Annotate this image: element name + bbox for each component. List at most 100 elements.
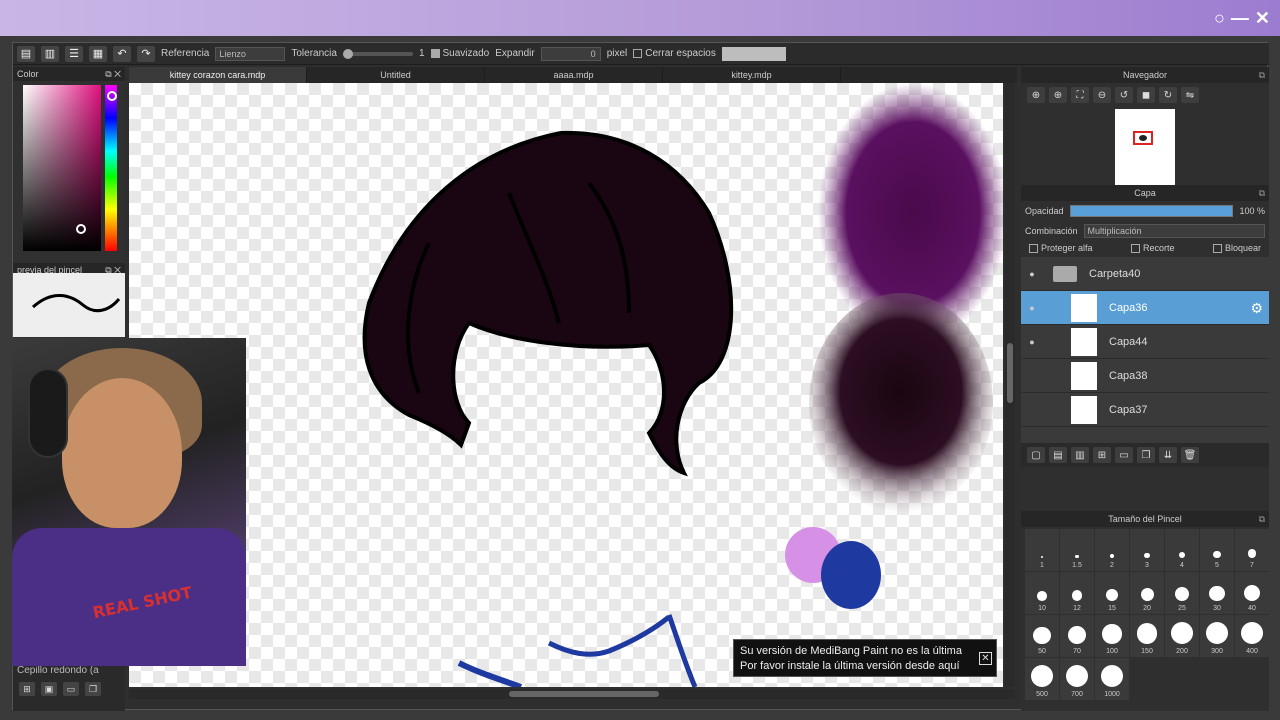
reference-select[interactable]: Lienzo <box>215 46 286 61</box>
brush-size-option[interactable]: 12 <box>1060 572 1094 614</box>
rotate-left-icon[interactable]: ↺ <box>1115 87 1133 103</box>
rotate-right-icon[interactable]: ↻ <box>1159 87 1177 103</box>
horizontal-scroll-thumb[interactable] <box>509 691 659 697</box>
brush-size-option[interactable]: 400 <box>1235 615 1269 657</box>
color-picker[interactable] <box>23 85 119 253</box>
lock-option[interactable]: Bloquear <box>1212 243 1261 254</box>
brush-size-option[interactable]: 1.5 <box>1060 529 1094 571</box>
add-brush-icon[interactable]: ⊞ <box>19 682 35 696</box>
layer-item-capa36[interactable]: ● Capa36 ⚙ <box>1021 291 1269 326</box>
duplicate-layer-icon[interactable]: ❐ <box>1137 447 1155 464</box>
close-icon[interactable]: ✕ <box>1255 8 1270 29</box>
expand-input[interactable]: 0 <box>540 46 601 61</box>
layer-item-capa38[interactable]: Capa38 <box>1021 359 1269 394</box>
brush-size-option[interactable]: 70 <box>1060 615 1094 657</box>
brush-size-option[interactable]: 200 <box>1165 615 1199 657</box>
panel-pin-icon[interactable]: ⧉ <box>1259 511 1265 527</box>
new-8bit-layer-icon[interactable]: ▥ <box>1071 447 1089 464</box>
zoom-out-icon[interactable]: ⊖ <box>1093 87 1111 103</box>
brush-size-option[interactable]: 1000 <box>1095 658 1129 700</box>
brush-size-option[interactable]: 3 <box>1130 529 1164 571</box>
panel-pin-icon[interactable]: ⧉ <box>1259 67 1265 83</box>
clipping-option[interactable]: Recorte <box>1130 243 1175 254</box>
close-gaps-option[interactable]: Cerrar espacios <box>633 48 716 59</box>
layer-item-carpeta40[interactable]: ● Carpeta40 <box>1021 257 1269 292</box>
brush-size-option[interactable]: 50 <box>1025 615 1059 657</box>
brush-size-option[interactable]: 25 <box>1165 572 1199 614</box>
brush-size-option[interactable]: 15 <box>1095 572 1129 614</box>
clipping-checkbox[interactable] <box>1130 244 1140 254</box>
brush-size-option[interactable]: 4 <box>1165 529 1199 571</box>
visibility-icon[interactable]: ● <box>1021 269 1043 279</box>
chat-icon[interactable]: ▤ <box>17 45 35 62</box>
brush-size-option[interactable]: 40 <box>1235 572 1269 614</box>
panel-pin-icon[interactable]: ⧉ <box>1259 185 1265 201</box>
document-icon[interactable]: ▥ <box>41 45 59 62</box>
protect-alpha-option[interactable]: Proteger alfa <box>1029 243 1093 254</box>
brush-size-option[interactable]: 500 <box>1025 658 1059 700</box>
redo-icon[interactable]: ↷ <box>137 45 155 62</box>
gear-icon[interactable]: ⚙ <box>1250 300 1263 317</box>
update-notification[interactable]: Su versión de MediBang Paint no es la úl… <box>733 639 997 677</box>
notification-close-icon[interactable]: ✕ <box>979 652 992 665</box>
opacity-slider[interactable] <box>1069 205 1234 217</box>
navigator-thumbnail[interactable] <box>1115 109 1175 185</box>
restore-icon[interactable]: ○ <box>1214 8 1225 29</box>
tab-kittey[interactable]: kittey.mdp <box>663 67 841 83</box>
lock-checkbox[interactable] <box>1212 244 1222 254</box>
grid-icon[interactable]: ▦ <box>89 45 107 62</box>
brush-size-option[interactable]: 100 <box>1095 615 1129 657</box>
antialias-checkbox[interactable] <box>430 48 440 58</box>
slider-knob[interactable] <box>342 48 353 59</box>
brush-size-option[interactable]: 1 <box>1025 529 1059 571</box>
antialias-option[interactable]: Suavizado <box>430 48 489 59</box>
tab-untitled[interactable]: Untitled <box>307 67 485 83</box>
duplicate-icon[interactable]: ❐ <box>85 682 101 696</box>
layer-item-capa37[interactable]: Capa37 <box>1021 393 1269 428</box>
close-gaps-checkbox[interactable] <box>633 48 643 58</box>
undo-icon[interactable]: ↶ <box>113 45 131 62</box>
flip-icon[interactable]: ⇋ <box>1181 87 1199 103</box>
visibility-icon[interactable]: ● <box>1021 337 1043 347</box>
minimize-icon[interactable]: — <box>1231 8 1249 29</box>
brush-size-option[interactable]: 2 <box>1095 529 1129 571</box>
brush-size-option[interactable]: 5 <box>1200 529 1234 571</box>
tolerance-slider[interactable] <box>342 48 413 59</box>
add-layer-menu-icon[interactable]: ⊞ <box>1093 447 1111 464</box>
vertical-scrollbar[interactable] <box>1005 83 1015 687</box>
hue-bar[interactable] <box>105 85 117 251</box>
panel-close-icon[interactable]: ⧉ ✕ <box>105 69 121 79</box>
vertical-scroll-thumb[interactable] <box>1007 343 1013 403</box>
layer-item-capa44[interactable]: ● Capa44 <box>1021 325 1269 360</box>
new-folder-icon[interactable]: ▭ <box>1115 447 1133 464</box>
delete-layer-icon[interactable]: 🗑 <box>1181 447 1199 464</box>
saturation-value-square[interactable] <box>23 85 101 251</box>
brush-size-option[interactable]: 10 <box>1025 572 1059 614</box>
visibility-icon[interactable]: ● <box>1021 303 1043 313</box>
fill-color-swatch[interactable] <box>721 46 786 61</box>
brush-size-option[interactable]: 20 <box>1130 572 1164 614</box>
new-layer-icon[interactable]: ▢ <box>1027 447 1045 464</box>
list-icon[interactable]: ☰ <box>65 45 83 62</box>
hue-cursor[interactable] <box>107 91 117 101</box>
merge-layer-icon[interactable]: ⇊ <box>1159 447 1177 464</box>
zoom-in-icon[interactable]: ⊕ <box>1027 87 1045 103</box>
color-cursor[interactable] <box>76 224 86 234</box>
brush-size-option[interactable]: 30 <box>1200 572 1234 614</box>
horizontal-scrollbar[interactable] <box>129 689 1015 699</box>
drawing-canvas[interactable] <box>129 83 1003 687</box>
brush-size-option[interactable]: 700 <box>1060 658 1094 700</box>
protect-alpha-checkbox[interactable] <box>1029 244 1038 254</box>
tab-kittey-corazon[interactable]: kittey corazon cara.mdp <box>129 67 307 83</box>
new-halftone-layer-icon[interactable]: ▤ <box>1049 447 1067 464</box>
brush-size-option[interactable]: 150 <box>1130 615 1164 657</box>
brush-size-option[interactable]: 300 <box>1200 615 1234 657</box>
blend-mode-select[interactable]: Multiplicación <box>1083 224 1265 238</box>
copy-brush-icon[interactable]: ▣ <box>41 682 57 696</box>
tab-aaaa[interactable]: aaaa.mdp <box>485 67 663 83</box>
brush-size-option[interactable]: 7 <box>1235 529 1269 571</box>
folder-icon[interactable]: ▭ <box>63 682 79 696</box>
fit-icon[interactable]: ⛶ <box>1071 87 1089 103</box>
zoom-plus-icon[interactable]: ⊕ <box>1049 87 1067 103</box>
reset-view-icon[interactable]: ◼ <box>1137 87 1155 103</box>
